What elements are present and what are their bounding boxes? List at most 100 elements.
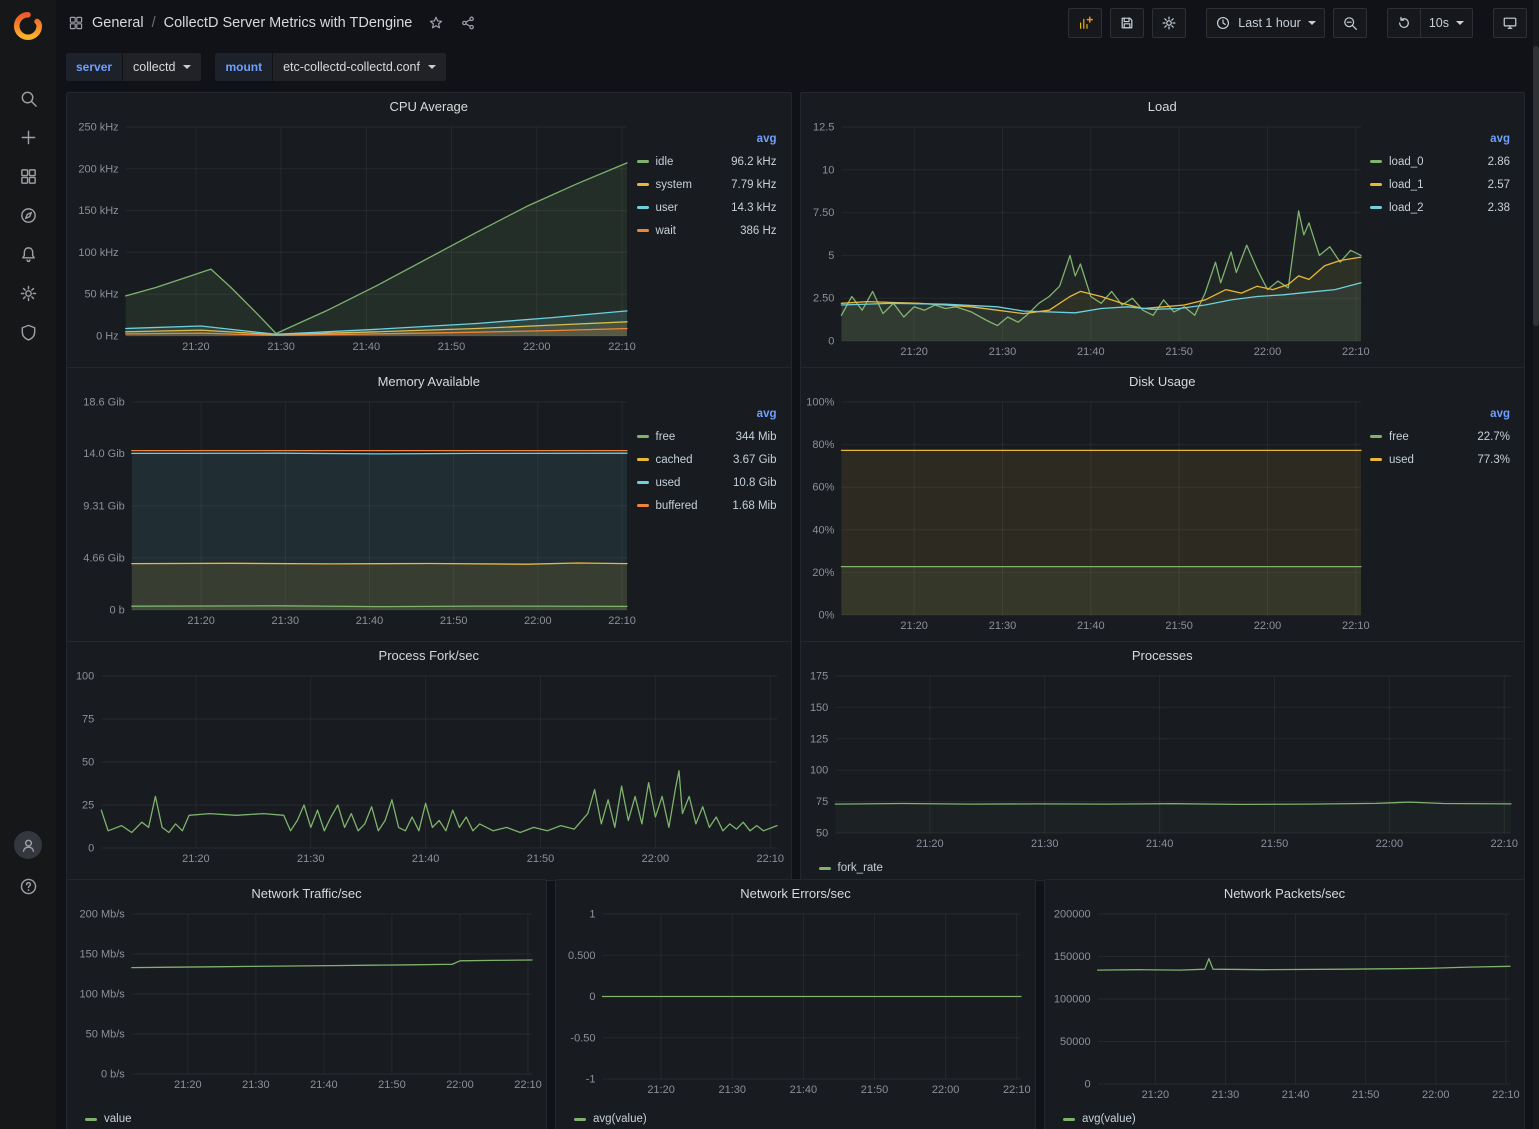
legend-avg-value: 2.38 bbox=[1488, 202, 1512, 214]
svg-text:150 Mb/s: 150 Mb/s bbox=[80, 949, 126, 961]
save-icon bbox=[1119, 15, 1135, 31]
panel-header[interactable]: CPU Average bbox=[67, 93, 791, 119]
sidebar-item-server-admin[interactable] bbox=[17, 322, 39, 342]
user-avatar[interactable] bbox=[14, 831, 42, 859]
legend-avg-header: avg bbox=[637, 133, 779, 145]
chart-canvas[interactable]: 21:2021:3021:4021:5022:0022:100%20%40%60… bbox=[805, 394, 1371, 635]
chart-canvas[interactable]: 21:2021:3021:4021:5022:0022:100 Hz50 kHz… bbox=[71, 119, 637, 356]
legend-avg-header: avg bbox=[637, 408, 779, 420]
sidebar-item-create[interactable] bbox=[17, 127, 39, 147]
legend-item-value[interactable]: value bbox=[104, 1113, 132, 1125]
svg-text:21:30: 21:30 bbox=[297, 853, 325, 865]
svg-text:21:20: 21:20 bbox=[916, 838, 944, 850]
panel-header[interactable]: Network Traffic/sec bbox=[67, 880, 546, 906]
chart-load[interactable]: 21:2021:3021:4021:5022:0022:1002.5057.50… bbox=[805, 119, 1371, 366]
chart-canvas[interactable]: 21:2021:3021:4021:5022:0022:100 b4.66 Gi… bbox=[71, 394, 637, 630]
breadcrumb-title: CollectD Server Metrics with TDengine bbox=[164, 15, 413, 31]
variable-server: server collectd bbox=[66, 53, 201, 81]
sidebar-item-search[interactable] bbox=[17, 88, 39, 108]
variable-server-dropdown[interactable]: collectd bbox=[122, 53, 201, 81]
time-range-picker[interactable]: Last 1 hour bbox=[1206, 8, 1325, 38]
svg-text:22:00: 22:00 bbox=[932, 1084, 960, 1096]
sidebar-item-help[interactable] bbox=[17, 876, 39, 896]
panel-header[interactable]: Network Errors/sec bbox=[556, 880, 1035, 906]
svg-text:2.50: 2.50 bbox=[812, 293, 833, 305]
dashboard-settings-button[interactable] bbox=[1152, 8, 1186, 38]
chart-memory-available[interactable]: 21:2021:3021:4021:5022:0022:100 b4.66 Gi… bbox=[71, 394, 637, 640]
add-panel-button[interactable] bbox=[1068, 8, 1102, 38]
sidebar-item-configuration[interactable] bbox=[17, 283, 39, 303]
chart-canvas[interactable]: 21:2021:3021:4021:5022:0022:1002.5057.50… bbox=[805, 119, 1371, 361]
legend-item-cached[interactable]: cached3.67 Gib bbox=[637, 448, 779, 471]
svg-text:22:00: 22:00 bbox=[1375, 838, 1403, 850]
breadcrumb-section[interactable]: General bbox=[92, 15, 144, 31]
legend-item-free[interactable]: free344 Mib bbox=[637, 425, 779, 448]
star-dashboard-button[interactable] bbox=[428, 15, 444, 31]
svg-text:21:50: 21:50 bbox=[1165, 620, 1193, 632]
legend-item-avg(value)[interactable]: avg(value) bbox=[593, 1113, 647, 1125]
variable-mount-label: mount bbox=[215, 53, 272, 81]
legend-item-avg(value)[interactable]: avg(value) bbox=[1082, 1113, 1136, 1125]
legend-disk-usage: avgfree22.7%used77.3% bbox=[1370, 394, 1520, 640]
grafana-logo-icon[interactable] bbox=[10, 8, 46, 44]
legend-item-buffered[interactable]: buffered1.68 Mib bbox=[637, 494, 779, 517]
svg-text:14.0 Gib: 14.0 Gib bbox=[83, 448, 125, 460]
svg-text:150 kHz: 150 kHz bbox=[78, 205, 118, 217]
chart-canvas[interactable]: 21:2021:3021:4021:5022:0022:10-1-0.5000.… bbox=[560, 906, 1031, 1099]
legend-item-fork_rate[interactable]: fork_rate bbox=[838, 862, 883, 874]
panel-network-packets: Network Packets/sec 21:2021:3021:4021:50… bbox=[1044, 879, 1525, 1129]
svg-text:100 kHz: 100 kHz bbox=[78, 247, 118, 259]
sidebar-item-dashboards[interactable] bbox=[17, 166, 39, 186]
refresh-interval-dropdown[interactable]: 10s bbox=[1421, 8, 1473, 38]
scrollbar[interactable] bbox=[1533, 0, 1539, 1129]
legend-item-idle[interactable]: idle96.2 kHz bbox=[637, 150, 779, 173]
legend-swatch bbox=[819, 867, 831, 870]
legend-series-name: load_0 bbox=[1389, 156, 1424, 168]
panel-header[interactable]: Load bbox=[801, 93, 1525, 119]
zoom-out-button[interactable] bbox=[1333, 8, 1367, 38]
legend-item-load_2[interactable]: load_22.38 bbox=[1370, 196, 1512, 219]
svg-text:21:50: 21:50 bbox=[1260, 838, 1288, 850]
chart-processes[interactable]: 21:2021:3021:4021:5022:0022:105075100125… bbox=[805, 668, 1521, 858]
svg-text:0 Hz: 0 Hz bbox=[96, 331, 119, 343]
panel-header[interactable]: Network Packets/sec bbox=[1045, 880, 1524, 906]
svg-text:100000: 100000 bbox=[1054, 994, 1091, 1006]
chart-network-traffic[interactable]: 21:2021:3021:4021:5022:0022:100 b/s50 Mb… bbox=[71, 906, 542, 1109]
legend-item-wait[interactable]: wait386 Hz bbox=[637, 219, 779, 242]
chart-network-errors[interactable]: 21:2021:3021:4021:5022:0022:10-1-0.5000.… bbox=[560, 906, 1031, 1109]
legend-item-free[interactable]: free22.7% bbox=[1370, 425, 1512, 448]
chart-canvas[interactable]: 21:2021:3021:4021:5022:0022:105075100125… bbox=[805, 668, 1521, 853]
legend-item-load_0[interactable]: load_02.86 bbox=[1370, 150, 1512, 173]
legend-item-used[interactable]: used10.8 Gib bbox=[637, 471, 779, 494]
legend-swatch bbox=[1370, 435, 1382, 438]
cycle-view-mode-button[interactable] bbox=[1493, 8, 1527, 38]
chart-cpu-average[interactable]: 21:2021:3021:4021:5022:0022:100 Hz50 kHz… bbox=[71, 119, 637, 366]
panel-header[interactable]: Process Fork/sec bbox=[67, 642, 791, 668]
chart-network-packets[interactable]: 21:2021:3021:4021:5022:0022:100500001000… bbox=[1049, 906, 1520, 1109]
chart-canvas[interactable]: 21:2021:3021:4021:5022:0022:100255075100 bbox=[71, 668, 787, 868]
svg-text:0%: 0% bbox=[818, 610, 834, 622]
panel-header[interactable]: Processes bbox=[801, 642, 1525, 668]
panel-header[interactable]: Disk Usage bbox=[801, 368, 1525, 394]
sidebar-item-alerting[interactable] bbox=[17, 244, 39, 264]
chart-process-fork[interactable]: 21:2021:3021:4021:5022:0022:100255075100 bbox=[71, 668, 787, 878]
legend-series-name: free bbox=[1389, 431, 1409, 443]
sidebar-item-explore[interactable] bbox=[17, 205, 39, 225]
legend-item-user[interactable]: user14.3 kHz bbox=[637, 196, 779, 219]
save-dashboard-button[interactable] bbox=[1110, 8, 1144, 38]
chart-disk-usage[interactable]: 21:2021:3021:4021:5022:0022:100%20%40%60… bbox=[805, 394, 1371, 640]
share-dashboard-button[interactable] bbox=[460, 15, 476, 31]
scrollbar-thumb[interactable] bbox=[1533, 46, 1539, 326]
panel-header[interactable]: Memory Available bbox=[67, 368, 791, 394]
legend-item-system[interactable]: system7.79 kHz bbox=[637, 173, 779, 196]
legend-series-name: user bbox=[656, 202, 678, 214]
chart-canvas[interactable]: 21:2021:3021:4021:5022:0022:100500001000… bbox=[1049, 906, 1520, 1104]
variable-mount-value: etc-collectd-collectd.conf bbox=[283, 60, 420, 74]
variable-mount-dropdown[interactable]: etc-collectd-collectd.conf bbox=[272, 53, 446, 81]
legend-item-load_1[interactable]: load_12.57 bbox=[1370, 173, 1512, 196]
chart-canvas[interactable]: 21:2021:3021:4021:5022:0022:100 b/s50 Mb… bbox=[71, 906, 542, 1094]
svg-text:21:50: 21:50 bbox=[440, 615, 468, 627]
refresh-button[interactable] bbox=[1387, 8, 1421, 38]
svg-text:150: 150 bbox=[809, 702, 827, 714]
legend-item-used[interactable]: used77.3% bbox=[1370, 448, 1512, 471]
